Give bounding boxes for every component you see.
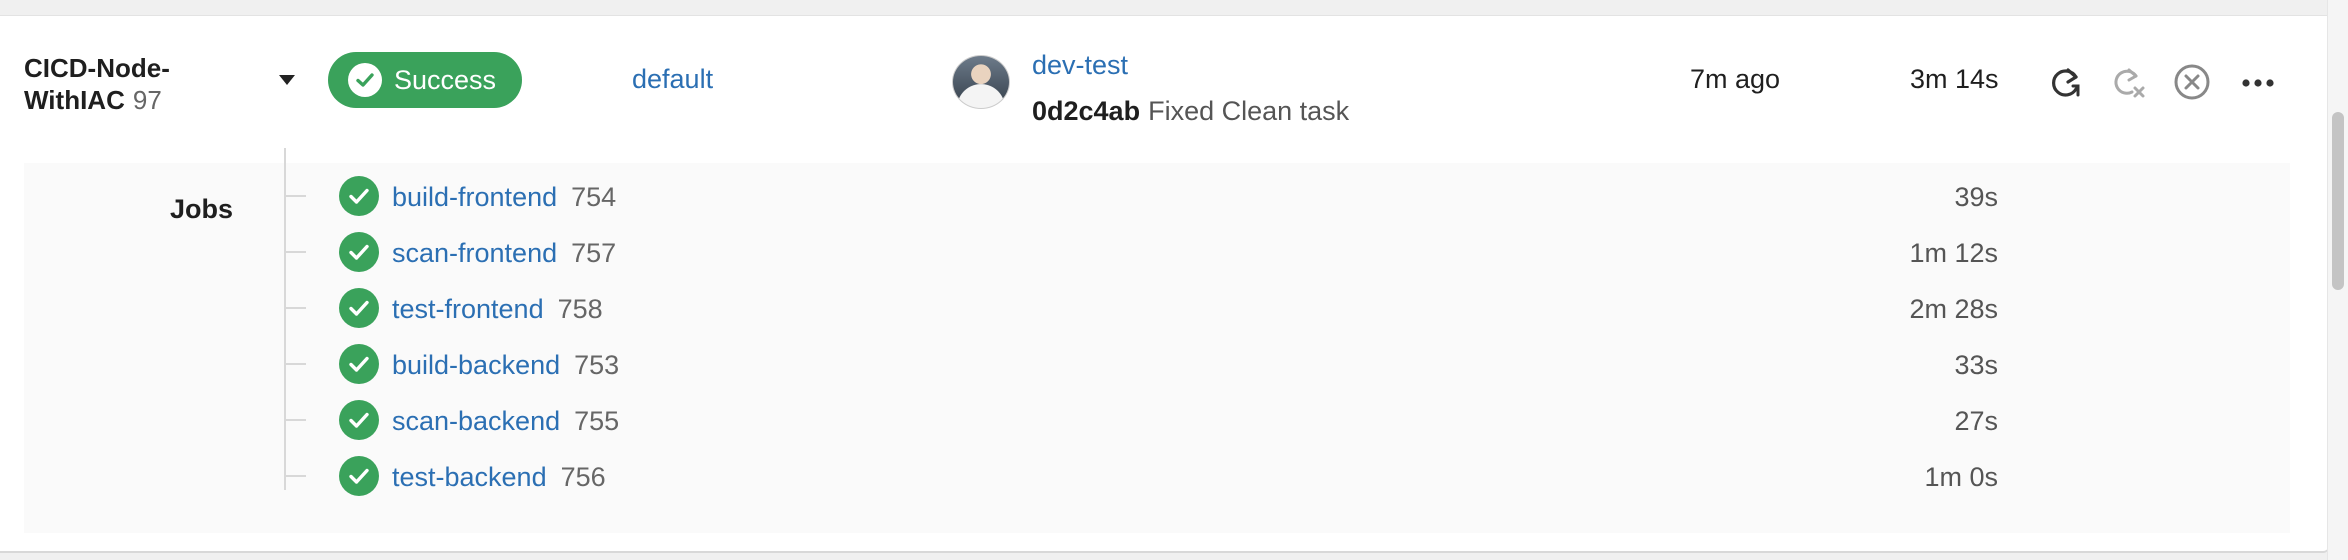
commit-sha[interactable]: 0d2c4ab	[1032, 96, 1140, 126]
job-row: test-frontend 758 2m 28s	[284, 284, 2014, 332]
commit-message: Fixed Clean task	[1148, 96, 1350, 126]
job-row: scan-backend 755 27s	[284, 396, 2014, 444]
job-duration: 27s	[1954, 406, 1998, 436]
check-icon	[339, 456, 379, 496]
vertical-scrollbar[interactable]	[2327, 0, 2348, 560]
scrollbar-thumb[interactable]	[2332, 112, 2344, 290]
job-name: scan-backend	[392, 406, 561, 436]
expand-caret-icon[interactable]	[279, 75, 295, 85]
jobs-label: Jobs	[170, 194, 234, 224]
tree-branch	[284, 195, 306, 197]
job-name: build-frontend	[392, 182, 558, 212]
job-link[interactable]: scan-backend 755	[392, 406, 619, 437]
tree-branch	[284, 419, 306, 421]
stop-icon[interactable]	[2172, 62, 2212, 102]
job-link[interactable]: test-backend 756	[392, 462, 606, 493]
job-link[interactable]: test-frontend 758	[392, 294, 603, 325]
job-id: 757	[571, 238, 617, 268]
tree-branch	[284, 475, 306, 477]
tree-branch	[284, 363, 306, 365]
job-row: test-backend 756 1m 0s	[284, 452, 2014, 500]
top-strip	[0, 0, 2328, 15]
status-badge[interactable]: Success	[328, 52, 522, 108]
job-link[interactable]: scan-frontend 757	[392, 238, 616, 269]
tree-branch	[284, 251, 306, 253]
pipeline-duration: 3m 14s	[1910, 64, 1999, 94]
check-icon	[339, 176, 379, 216]
job-id: 754	[571, 182, 617, 212]
cancel-retry-icon[interactable]	[2108, 62, 2148, 102]
job-duration: 2m 28s	[1909, 294, 1998, 324]
job-id: 756	[560, 462, 606, 492]
job-id: 753	[574, 350, 620, 380]
job-link[interactable]: build-frontend 754	[392, 182, 616, 213]
check-icon	[339, 232, 379, 272]
commit-info: 0d2c4ab Fixed Clean task	[1032, 96, 1349, 127]
job-name: test-frontend	[392, 294, 544, 324]
job-id: 758	[557, 294, 603, 324]
job-duration: 1m 0s	[1924, 462, 1998, 492]
job-name: build-backend	[392, 350, 561, 380]
job-row: build-backend 753 33s	[284, 340, 2014, 388]
check-icon	[339, 288, 379, 328]
more-icon[interactable]	[2238, 62, 2278, 102]
job-link[interactable]: build-backend 753	[392, 350, 619, 381]
check-icon	[348, 63, 382, 97]
check-icon	[339, 400, 379, 440]
job-name: scan-frontend	[392, 238, 558, 268]
job-duration: 33s	[1954, 350, 1998, 380]
pipeline-name[interactable]: CICD-Node-WithIAC 97	[24, 52, 224, 116]
job-id: 755	[574, 406, 620, 436]
pipeline-number: 97	[132, 85, 162, 115]
job-duration: 39s	[1954, 182, 1998, 212]
refresh-icon[interactable]	[2046, 62, 2086, 102]
job-row: build-frontend 754 39s	[284, 172, 2014, 220]
job-row: scan-frontend 757 1m 12s	[284, 228, 2014, 276]
status-text: Success	[394, 64, 497, 95]
started-ago: 7m ago	[1690, 64, 1781, 94]
tree-branch	[284, 307, 306, 309]
check-icon	[339, 344, 379, 384]
job-name: test-backend	[392, 462, 547, 492]
avatar	[952, 55, 1010, 109]
pipeline-card: CICD-Node-WithIAC 97 Success default dev-…	[0, 15, 2329, 553]
branch-link[interactable]: default	[632, 64, 713, 95]
job-duration: 1m 12s	[1909, 238, 1998, 268]
user-link[interactable]: dev-test	[1032, 50, 1128, 81]
